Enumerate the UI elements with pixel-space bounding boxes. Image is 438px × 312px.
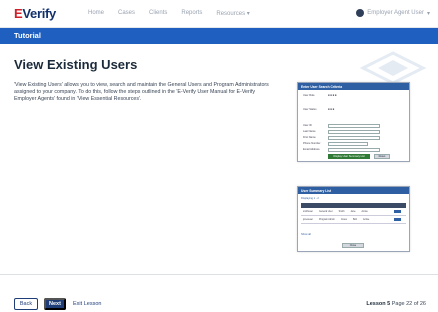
nav-links: Home Cases Clients Reports Resources [88,10,250,17]
e-verify-logo[interactable]: EVerify [14,6,56,21]
table-cell: jonesuser [303,218,313,221]
back-button[interactable]: Back [14,298,38,310]
exit-lesson-link[interactable]: Exit Lesson [73,301,101,307]
search-criteria-header: Enter User Search Criteria [298,83,409,90]
field-value: ■ ■ ■ ■ [328,94,337,97]
user-search-screenshot: Enter User Search Criteria User Role ■ ■… [297,82,410,162]
user-id-field [328,124,380,128]
nav-home[interactable]: Home [88,10,104,17]
reset-button: Reset [374,154,390,159]
first-name-field [328,136,380,140]
show-all-link: Show all [301,233,311,236]
table-cell: Active [361,210,368,213]
nav-reports[interactable]: Reports [181,10,202,17]
table-cell: Bob [352,218,358,221]
chevron-down-icon: ▾ [426,10,430,17]
user-icon [356,9,365,17]
user-summary-screenshot: User Summary List Displaying 1 - 2 smith… [297,186,410,252]
summary-list-header: User Summary List [298,187,409,194]
summary-table: smithuser General User Smith Jane Active… [301,203,406,224]
user-label: Employer Agent User [367,10,424,16]
row-action-button [394,210,401,213]
nav-cases[interactable]: Cases [118,10,135,17]
table-cell: Jane [350,210,356,213]
top-navigation: EVerify Home Cases Clients Reports Resou… [0,0,438,28]
table-cell: Program Admin [318,218,335,221]
tutorial-label: Tutorial [14,31,41,40]
field-label: Last Name [303,130,316,133]
lesson-progress: Lesson 5 Page 22 of 26 [366,301,426,307]
nav-resources[interactable]: Resources [216,10,249,17]
table-cell: Jones [340,218,347,221]
field-label: User ID [303,124,312,127]
last-name-field [328,130,380,134]
email-field [328,148,380,152]
lesson-footer: Back Next Exit Lesson Lesson 5 Page 22 o… [0,274,438,312]
field-label: User Status [303,108,317,111]
lesson-description: 'View Existing Users' allows you to view… [14,82,269,103]
display-summary-button: Display User Summary List [328,154,370,159]
table-cell: Active [363,218,370,221]
summary-subtitle: Displaying 1 - 2 [301,197,319,200]
field-value: ■ ■ ■ [328,108,335,111]
field-label: First Name [303,136,316,139]
lesson-number: Lesson 5 [366,301,391,307]
page-count: Page 22 of 26 [391,301,426,307]
field-label: Phone Number [303,142,321,145]
nav-clients[interactable]: Clients [149,10,167,17]
row-action-button [394,218,401,221]
table-cell: smithuser [303,210,313,213]
table-cell: Smith [338,210,345,213]
field-label: Email Address [303,148,320,151]
table-cell: General User [318,210,333,213]
table-row: smithuser General User Smith Jane Active [301,208,406,216]
phone-field [328,142,368,146]
field-label: User Role [303,94,315,97]
logo-verify: Verify [22,6,56,21]
tutorial-bar: Tutorial [0,28,438,44]
close-button: Close [342,243,364,248]
next-button[interactable]: Next [44,298,66,310]
page-title: View Existing Users [14,57,138,72]
table-row: jonesuser Program Admin Jones Bob Active [301,216,406,224]
lesson-content: View Existing Users 'View Existing Users… [0,44,438,274]
user-menu[interactable]: Employer Agent User ▾ [356,9,430,17]
